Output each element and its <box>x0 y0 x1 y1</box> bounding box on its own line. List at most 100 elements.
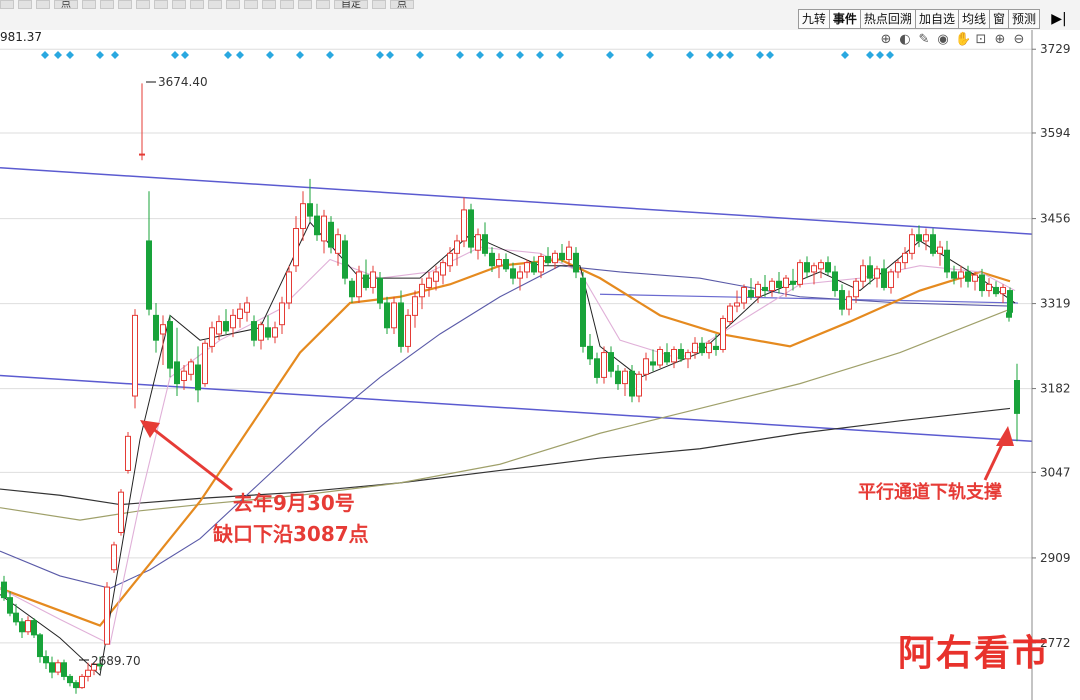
candle-body-64 <box>433 271 439 282</box>
candle-body-75 <box>510 268 516 279</box>
candle-body-134 <box>923 234 929 242</box>
candle-body-74 <box>503 259 509 270</box>
candle-body-140 <box>965 271 971 282</box>
candle-body-102 <box>699 342 705 354</box>
candle-body-86 <box>587 345 593 360</box>
final-candle-body-0 <box>1006 312 1012 318</box>
candle-body-85 <box>580 277 586 347</box>
event-marker-10 <box>296 51 304 59</box>
candle-body-57 <box>384 302 390 329</box>
event-marker-29 <box>841 51 849 59</box>
candle-body-14 <box>85 669 91 677</box>
candle-body-44 <box>293 228 299 267</box>
candle-body-65 <box>440 262 446 276</box>
price-tick-label-3456: 3456 <box>1040 212 1071 226</box>
candle-body-46 <box>307 203 313 217</box>
watermark: 阿右看市 <box>897 633 1050 674</box>
candle-body-104 <box>713 345 719 350</box>
candle-body-40 <box>265 327 271 338</box>
candle-body-114 <box>783 277 789 288</box>
candle-body-72 <box>489 252 495 267</box>
candle-body-30 <box>195 364 201 391</box>
candle-body-108 <box>741 286 747 304</box>
candle-body-80 <box>545 255 551 264</box>
event-marker-23 <box>686 51 694 59</box>
candle-body-47 <box>314 215 320 236</box>
price-tick-label-3047: 3047 <box>1040 465 1071 479</box>
candle-body-39 <box>258 324 264 341</box>
event-marker-9 <box>266 51 274 59</box>
candle-body-131 <box>902 252 908 264</box>
candle-body-24 <box>153 314 159 341</box>
price-tick-label-3319: 3319 <box>1040 297 1071 311</box>
event-markers <box>41 51 894 59</box>
candle-body-76 <box>517 271 523 279</box>
candle-body-67 <box>454 240 460 254</box>
candle-body-23 <box>146 240 152 310</box>
candle-body-100 <box>685 352 691 360</box>
annotation-arrowhead-support <box>996 426 1014 446</box>
grid-lines <box>0 48 1032 644</box>
candle-body-3 <box>19 621 25 633</box>
annotations: 去年9月30号 缺口下沿3087点 平行通道下轨支撑 <box>140 420 1014 546</box>
candle-body-115 <box>790 280 796 285</box>
candle-body-128 <box>881 268 887 288</box>
price-tick-label-2909: 2909 <box>1040 551 1071 565</box>
candle-body-139 <box>958 271 964 279</box>
candle-body-103 <box>706 342 712 354</box>
candle-body-98 <box>671 348 677 363</box>
candle-body-68 <box>461 209 467 242</box>
candle-body-146 <box>1007 290 1013 313</box>
annotation-support-line1: 平行通道下轨支撑 <box>858 481 1002 503</box>
channel-lines <box>0 166 1033 443</box>
candle-body-54 <box>363 274 369 288</box>
candle-body-125 <box>860 265 866 282</box>
candle-body-105 <box>720 317 726 350</box>
candle-body-66 <box>447 252 453 267</box>
candle-body-42 <box>279 302 285 326</box>
candle-body-89 <box>608 352 614 372</box>
candle-body-59 <box>398 302 404 347</box>
candle-body-93 <box>636 373 642 397</box>
channel-upper-line <box>0 166 1033 235</box>
candle-body-51 <box>342 240 348 279</box>
candle-body-34 <box>223 321 229 332</box>
candle-body-109 <box>748 290 754 298</box>
candle-body-142 <box>979 274 985 292</box>
event-marker-32 <box>886 51 894 59</box>
candle-body-8 <box>49 662 55 673</box>
ma10-line <box>0 246 1016 645</box>
high-label: 3674.40 <box>158 75 208 89</box>
candle-body-17 <box>104 586 110 645</box>
candle-body-22 <box>139 153 145 156</box>
candle-body-122 <box>839 290 845 310</box>
event-marker-17 <box>496 51 504 59</box>
event-marker-21 <box>606 51 614 59</box>
event-marker-12 <box>376 51 384 59</box>
candle-body-29 <box>188 361 194 375</box>
channel-mid-line <box>599 293 1019 304</box>
candle-body-10 <box>61 662 67 677</box>
price-axis: 37293594345633193182304729092772 <box>1031 30 1071 700</box>
event-marker-24 <box>706 51 714 59</box>
candle-body-99 <box>678 348 684 360</box>
candle-body-120 <box>825 262 831 273</box>
candle-body-101 <box>692 342 698 354</box>
event-marker-25 <box>716 51 724 59</box>
event-marker-27 <box>756 51 764 59</box>
event-marker-18 <box>516 51 524 59</box>
candle-body-33 <box>216 321 222 335</box>
candle-body-58 <box>391 302 397 329</box>
candle-body-88 <box>601 352 607 378</box>
candle-body-136 <box>937 246 943 254</box>
candle-body-26 <box>167 321 173 369</box>
candlestick-chart[interactable]: 37293594345633193182304729092772 去年9月30号… <box>0 0 1080 700</box>
candle-body-95 <box>650 361 656 366</box>
candle-body-90 <box>615 370 621 385</box>
ma20-line <box>0 258 1011 627</box>
candle-body-12 <box>73 682 79 689</box>
candle-body-31 <box>202 342 208 385</box>
candle-body-113 <box>776 280 782 288</box>
candle-body-91 <box>622 370 628 385</box>
event-marker-7 <box>224 51 232 59</box>
